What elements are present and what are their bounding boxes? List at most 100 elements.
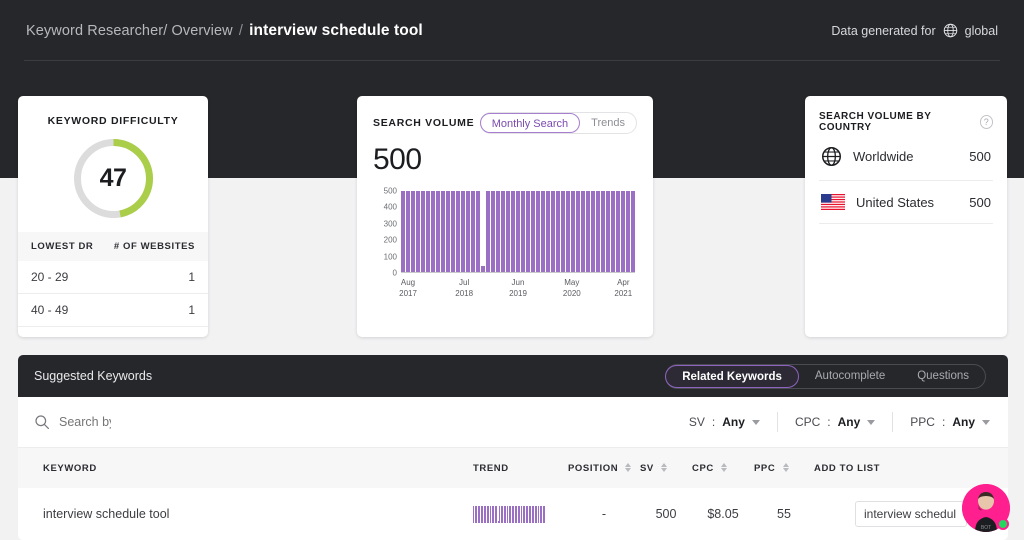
dr-count: 1 <box>188 303 195 317</box>
chart-bar <box>621 191 625 272</box>
cell-keyword[interactable]: interview schedule tool <box>18 488 473 540</box>
chart-y-tick: 0 <box>373 269 397 278</box>
sort-icon[interactable] <box>721 463 727 472</box>
chart-bar <box>536 191 540 272</box>
search-volume-by-country-card: SEARCH VOLUME BY COUNTRY ? Worldwide 500 <box>805 96 1007 337</box>
column-ppc[interactable]: PPC <box>754 448 814 488</box>
tab-autocomplete[interactable]: Autocomplete <box>799 365 901 388</box>
filter-cpc-sep: : <box>827 415 830 429</box>
chart-bar <box>541 191 545 272</box>
sparkline-bar <box>492 506 493 523</box>
sparkline-bar <box>535 506 536 523</box>
keyword-difficulty-gauge-wrap: 47 <box>18 136 208 221</box>
sparkline-bar <box>479 506 480 523</box>
sparkline-bar <box>544 506 545 523</box>
chart-bar <box>496 191 500 272</box>
column-cpc[interactable]: CPC <box>692 448 754 488</box>
sparkline-bar <box>478 506 479 523</box>
tab-questions[interactable]: Questions <box>901 365 985 388</box>
chart-x-tick: May2020 <box>563 277 581 299</box>
difficulty-gauge: 47 <box>71 136 156 221</box>
column-lowest-dr: LOWEST DR <box>31 241 93 252</box>
svg-text:BOT: BOT <box>981 525 991 531</box>
panel-header: Suggested Keywords Related Keywords Auto… <box>18 355 1008 397</box>
breadcrumb-item-keyword-researcher[interactable]: Keyword Researcher/ <box>26 23 167 39</box>
sparkline-bar <box>527 506 528 523</box>
chart-y-tick: 200 <box>373 236 397 245</box>
sparkline-bar <box>536 506 537 523</box>
chart-y-tick: 100 <box>373 252 397 261</box>
breadcrumb-item-overview[interactable]: Overview <box>171 23 232 39</box>
column-sv[interactable]: SV <box>640 448 692 488</box>
sparkline-bar <box>485 506 486 523</box>
search-input[interactable] <box>59 415 111 429</box>
dr-count: 1 <box>188 270 195 284</box>
filter-ppc-name: PPC <box>910 415 935 429</box>
chart-bar <box>551 191 555 272</box>
column-position-label: POSITION <box>568 463 618 474</box>
sparkline-bar <box>524 506 525 523</box>
sparkline-bar <box>526 506 527 523</box>
add-to-list-input[interactable] <box>855 501 967 527</box>
sparkline-bar <box>540 506 541 523</box>
difficulty-value: 47 <box>71 136 156 221</box>
sparkline-bar <box>484 506 485 523</box>
filter-sv[interactable]: SV : Any <box>672 412 778 432</box>
toggle-monthly-search[interactable]: Monthly Search <box>480 113 580 133</box>
sparkline-bar <box>482 506 483 523</box>
chart-bar <box>601 191 605 272</box>
chart-bar <box>491 191 495 272</box>
breadcrumb-current: interview schedule tool <box>249 22 423 39</box>
tab-related-keywords[interactable]: Related Keywords <box>665 365 799 388</box>
sparkline-bar <box>473 506 474 523</box>
panel-body: SV : Any CPC : Any PPC : Any <box>18 397 1008 540</box>
filter-sv-sep: : <box>712 415 715 429</box>
search-volume-title: SEARCH VOLUME <box>373 117 474 129</box>
filters: SV : Any CPC : Any PPC : Any <box>672 412 992 432</box>
search-volume-card: SEARCH VOLUME Monthly Search Trends 500 … <box>357 96 653 337</box>
keyword-difficulty-title: KEYWORD DIFFICULTY <box>18 96 208 127</box>
sparkline-bar <box>519 506 520 523</box>
filter-ppc-sep: : <box>942 415 945 429</box>
filter-cpc[interactable]: CPC : Any <box>778 412 893 432</box>
data-generated-label: Data generated for <box>831 24 935 38</box>
table-row: 20 - 29 1 <box>18 261 208 294</box>
chart-bar <box>441 191 445 272</box>
cell-cpc: $8.05 <box>692 488 754 540</box>
sparkline-bar <box>510 506 511 523</box>
chart-bar <box>561 191 565 272</box>
search-volume-toggle[interactable]: Monthly Search Trends <box>480 112 637 134</box>
cell-trend <box>473 488 568 540</box>
sort-icon[interactable] <box>661 463 667 472</box>
table-row: interview schedule tool - 500 $8.05 55 <box>18 488 1008 540</box>
chat-widget-button[interactable]: BOT <box>962 484 1010 532</box>
toggle-trends[interactable]: Trends <box>580 113 636 133</box>
chart-bar <box>501 191 505 272</box>
chart-bar <box>516 191 520 272</box>
table-row: 40 - 49 1 <box>18 294 208 327</box>
chart-bar <box>531 191 535 272</box>
column-position[interactable]: POSITION <box>568 448 640 488</box>
column-cpc-label: CPC <box>692 463 714 474</box>
chart-bar <box>546 191 550 272</box>
dr-range: 40 - 49 <box>31 303 68 317</box>
suggested-keywords-panel: Suggested Keywords Related Keywords Auto… <box>18 355 1008 540</box>
chart-bar <box>521 191 525 272</box>
filter-ppc-value: Any <box>952 415 975 429</box>
filter-ppc[interactable]: PPC : Any <box>893 412 992 432</box>
country-card-header: SEARCH VOLUME BY COUNTRY ? <box>819 111 993 133</box>
globe-icon <box>943 23 958 38</box>
sparkline-bar <box>476 506 477 523</box>
breadcrumb-separator: / <box>237 23 245 39</box>
sparkline-bar <box>513 506 514 523</box>
chart-bar <box>591 191 595 272</box>
sparkline-bar <box>521 506 522 523</box>
chart-x-tick: Apr2021 <box>614 277 632 299</box>
search-box[interactable] <box>34 414 111 430</box>
help-circle-icon[interactable]: ? <box>980 115 993 129</box>
sparkline-bar <box>529 506 530 523</box>
chart-bar <box>626 191 630 272</box>
sort-icon[interactable] <box>625 463 631 472</box>
sort-icon[interactable] <box>783 463 789 472</box>
chart-bar <box>476 191 480 272</box>
